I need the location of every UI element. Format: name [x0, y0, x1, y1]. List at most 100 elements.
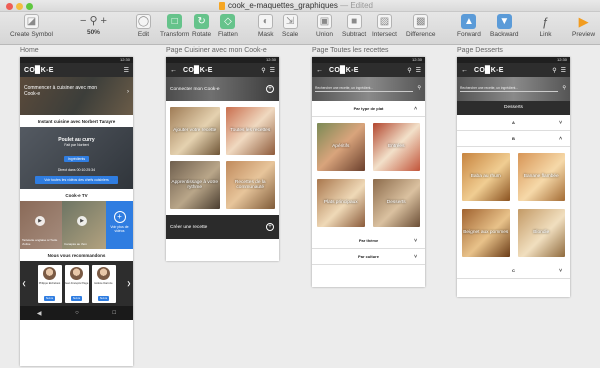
recents-nav-icon[interactable]: □ — [113, 310, 117, 316]
chef-card[interactable]: Hélène Darroze Suivre — [91, 264, 116, 303]
minimize-window-button[interactable] — [16, 3, 23, 10]
tile-blondie[interactable]: Blondie — [517, 209, 565, 257]
artboard-home[interactable]: 12:30 CO▉K-E ☰ Commencer à cuisiner avec… — [20, 57, 133, 366]
tile-beignet[interactable]: Beignet aux pommes — [462, 209, 510, 257]
zoom-control[interactable]: − ⚲ + 50% — [80, 14, 107, 37]
zoom-in-icon[interactable]: + — [101, 15, 107, 27]
app-bar: ← CO▉K-E ⚲ ☰ — [166, 63, 279, 77]
search-icon[interactable]: ⚲ — [562, 85, 566, 91]
app-logo: CO▉K-E — [183, 67, 213, 74]
ingredients-button[interactable]: Ingrédients — [63, 156, 90, 162]
accordion-a[interactable]: A ˅ — [457, 115, 570, 131]
flatten-button[interactable]: ◇ Flatten — [218, 14, 238, 38]
live-title: Poulet au curry — [58, 137, 95, 143]
hero-banner[interactable]: Commencer à cuisiner avec mon Cook-e › — [20, 77, 133, 115]
chef-card[interactable]: Philippe Etchebest Suivre — [37, 264, 62, 303]
search-input[interactable]: Rechercher une recette, un ingrédient... — [315, 86, 413, 92]
connect-cooke-row[interactable]: Connecter mon Cook-e + — [166, 77, 279, 101]
canvas[interactable]: Home Page Cuisiner avec mon Cook-e Page … — [0, 46, 600, 368]
edit-icon: ◯ — [136, 14, 151, 29]
play-icon[interactable]: ▶ — [35, 216, 45, 226]
tile-add-recipe[interactable]: Ajouter votre recette — [170, 107, 220, 155]
play-icon: ▶ — [578, 14, 589, 29]
backward-button[interactable]: ▼ Backward — [490, 14, 519, 38]
artboard-cuisiner[interactable]: 12:30 ← CO▉K-E ⚲ ☰ Connecter mon Cook-e … — [166, 57, 279, 261]
back-nav-icon[interactable]: ◀ — [37, 310, 42, 317]
document-icon — [219, 2, 225, 10]
tile-baba[interactable]: Baba au rhum — [462, 153, 510, 201]
forward-button[interactable]: ▲ Forward — [457, 14, 481, 38]
more-videos-button[interactable]: + Voir plus de vidéos — [106, 201, 133, 249]
subtract-icon: ■ — [346, 14, 362, 29]
preview-button[interactable]: ▶ Preview — [572, 14, 595, 38]
chevron-down-icon: ˅ — [414, 237, 417, 244]
video-card[interactable]: ▶ Tartelette anglaise à l'huile d'olive — [20, 201, 62, 249]
tile-entrees[interactable]: Entrées — [372, 123, 420, 171]
search-icon[interactable]: ⚲ — [261, 67, 265, 74]
follow-button[interactable]: Suivre — [97, 295, 110, 301]
zoom-out-icon[interactable]: − — [80, 15, 86, 27]
scale-icon: ⇲ — [282, 14, 298, 29]
magnifier-icon: ⚲ — [89, 15, 98, 27]
intersect-icon: ▨ — [376, 14, 392, 29]
tile-learning[interactable]: Apprentissage à votre rythme — [170, 161, 220, 209]
home-nav-icon[interactable]: ○ — [75, 310, 79, 316]
mask-button[interactable]: ◐ Mask — [258, 14, 274, 38]
transform-button[interactable]: □ Transform — [160, 14, 189, 38]
accordion-culture[interactable]: Par culture ˅ — [312, 249, 425, 265]
play-icon[interactable]: ▶ — [77, 216, 87, 226]
arrow-back-icon[interactable]: ← — [316, 67, 323, 74]
artboard-recettes[interactable]: 12:30 ← CO▉K-E ⚲ ☰ Rechercher une recett… — [312, 57, 425, 287]
artboard-title-home[interactable]: Home — [20, 47, 39, 54]
accordion-b[interactable]: B ˄ — [457, 131, 570, 147]
window-title: cook_e-maquettes_graphiques — Edited — [228, 1, 373, 10]
menu-icon[interactable]: ☰ — [124, 67, 129, 74]
subtract-button[interactable]: ■ Subtract — [342, 14, 366, 38]
arrow-back-icon[interactable]: ← — [461, 67, 468, 74]
edit-button[interactable]: ◯ Edit — [136, 14, 151, 38]
follow-button[interactable]: Suivre — [70, 295, 83, 301]
avatar — [70, 266, 83, 280]
video-card[interactable]: ▶ Canapés au thon — [62, 201, 106, 249]
intersect-button[interactable]: ▨ Intersect — [372, 14, 397, 38]
menu-icon[interactable]: ☰ — [270, 67, 275, 74]
accordion-type[interactable]: Par type de plat ˄ — [312, 101, 425, 117]
all-videos-button[interactable]: Voir toutes les vidéos des chefs cuisini… — [35, 176, 118, 184]
search-icon[interactable]: ⚲ — [417, 85, 421, 91]
search-icon[interactable]: ⚲ — [552, 67, 556, 74]
artboard-title-cuisiner[interactable]: Page Cuisiner avec mon Cook-e — [166, 47, 267, 54]
follow-button[interactable]: Suivre — [43, 295, 56, 301]
page-title: Desserts — [457, 101, 570, 115]
zoom-window-button[interactable] — [26, 3, 33, 10]
chevron-right-icon[interactable]: ❯ — [127, 281, 131, 287]
rotate-button[interactable]: ↻ Rotate — [192, 14, 211, 38]
union-button[interactable]: ▣ Union — [316, 14, 333, 38]
live-card[interactable]: Poulet au curry Fait par Norbert Ingrédi… — [20, 127, 133, 189]
app-bar: ← CO▉K-E ⚲ ☰ — [312, 63, 425, 77]
tile-all-recipes[interactable]: Toutes les recettes — [225, 107, 275, 155]
scale-button[interactable]: ⇲ Scale — [282, 14, 298, 38]
tile-aperitifs[interactable]: Apéritifs — [317, 123, 365, 171]
tile-banane[interactable]: Banane flambée — [517, 153, 565, 201]
accordion-c[interactable]: C ˅ — [457, 263, 570, 279]
tile-desserts[interactable]: Desserts — [372, 179, 420, 227]
menu-icon[interactable]: ☰ — [561, 67, 566, 74]
chef-card[interactable]: Jean François Piège Suivre — [64, 264, 89, 303]
tile-community[interactable]: Recettes de la communauté — [225, 161, 275, 209]
menu-icon[interactable]: ☰ — [416, 67, 421, 74]
artboard-title-recettes[interactable]: Page Toutes les recettes — [312, 47, 389, 54]
difference-button[interactable]: ▩ Difference — [406, 14, 436, 38]
link-button[interactable]: ƒ Link — [538, 14, 553, 39]
chevron-left-icon[interactable]: ❮ — [22, 281, 26, 287]
tile-plats[interactable]: Plats principaux — [317, 179, 365, 227]
search-icon[interactable]: ⚲ — [407, 67, 411, 74]
close-window-button[interactable] — [6, 3, 13, 10]
arrow-back-icon[interactable]: ← — [170, 67, 177, 74]
app-bar: ← CO▉K-E ⚲ ☰ — [457, 63, 570, 77]
search-input[interactable]: Rechercher une recette, un ingrédient... — [460, 86, 558, 92]
accordion-theme[interactable]: Par thème ˅ — [312, 233, 425, 249]
create-symbol-button[interactable]: ◪ Create Symbol — [10, 14, 53, 38]
create-recipe-row[interactable]: Créer une recette + — [166, 215, 279, 239]
artboard-title-desserts[interactable]: Page Desserts — [457, 47, 503, 54]
artboard-desserts[interactable]: 12:30 ← CO▉K-E ⚲ ☰ Rechercher une recett… — [457, 57, 570, 297]
